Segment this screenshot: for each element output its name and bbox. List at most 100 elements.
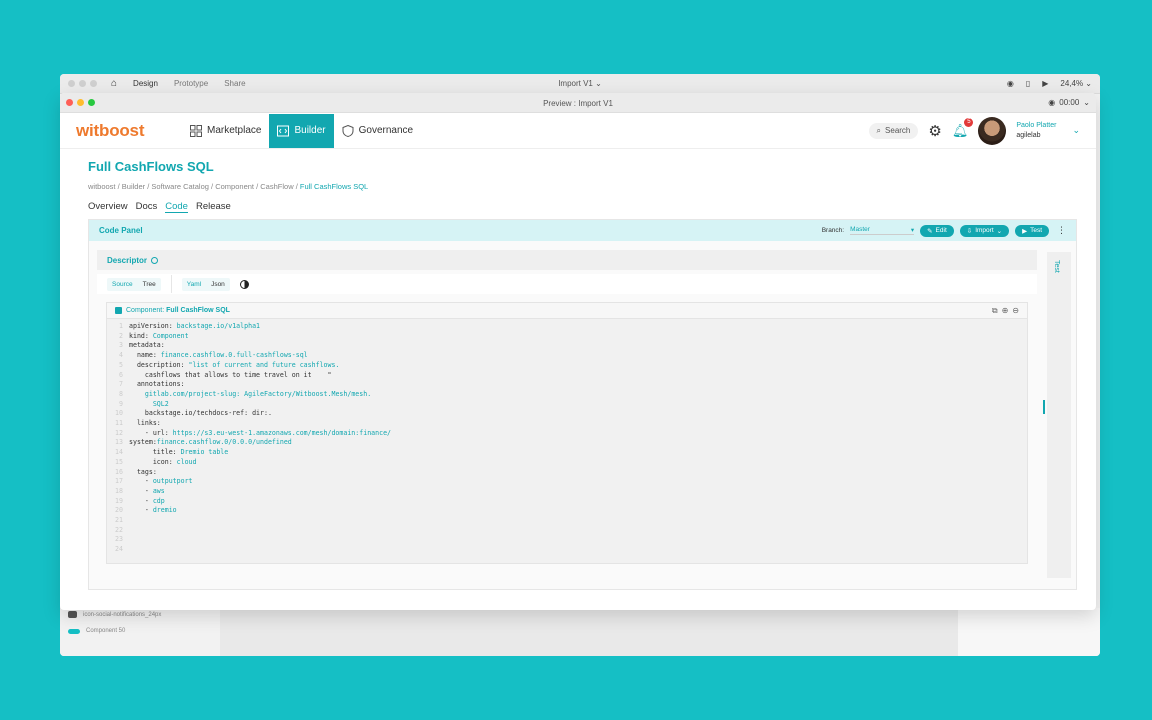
- code-panel: Code Panel Branch: Master ▾ ✎ Edit ⇩ Import…: [88, 219, 1077, 590]
- chevron-down-icon[interactable]: ⌄: [1072, 125, 1080, 136]
- more-options-icon[interactable]: ⋮: [1055, 225, 1066, 236]
- dropdown-arrow-icon: ▾: [910, 227, 915, 234]
- nav-governance[interactable]: Governance: [334, 114, 421, 148]
- close-button[interactable]: [66, 99, 73, 106]
- info-icon[interactable]: [151, 256, 159, 264]
- code-line: 17 - outputport: [111, 477, 1027, 487]
- tab-docs[interactable]: Docs: [136, 201, 158, 213]
- edit-button[interactable]: ✎ Edit: [920, 224, 954, 237]
- code-key: metadata:: [129, 341, 165, 350]
- layers-panel: icon-social-notifications_24px Component…: [60, 608, 220, 656]
- maximize-dot[interactable]: [90, 80, 97, 87]
- descriptor-label: Descriptor: [107, 255, 148, 265]
- code-key: apiVersion:: [129, 322, 177, 330]
- user-info[interactable]: Paolo Platter agilelab: [1016, 121, 1056, 141]
- copy-icon[interactable]: ⧉: [992, 306, 998, 316]
- chevron-down-icon: ⌄: [996, 227, 1003, 235]
- avatar[interactable]: [978, 116, 1007, 145]
- nav-label: Builder: [294, 125, 326, 136]
- code-line: 21: [111, 516, 1027, 526]
- tab-overview[interactable]: Overview: [88, 201, 128, 213]
- play-icon[interactable]: ▶: [1042, 79, 1048, 88]
- breadcrumb-item[interactable]: CashFlow: [260, 182, 293, 191]
- branch-select[interactable]: Master ▾: [850, 226, 915, 235]
- code-value: Component: [152, 331, 189, 340]
- inspector-panel: [958, 608, 1100, 656]
- page-tabs: Overview Docs Code Release: [88, 201, 1080, 213]
- tab-release[interactable]: Release: [196, 201, 231, 213]
- code-line: 24: [111, 545, 1027, 555]
- minimize-dot[interactable]: [79, 80, 86, 87]
- minimize-button[interactable]: [77, 99, 84, 106]
- layer-row[interactable]: Component 50: [60, 625, 220, 637]
- source-toggle[interactable]: Source: [107, 278, 138, 291]
- code-key: kind:: [129, 331, 153, 340]
- editor-header: Component: Full CashFlow SQL ⧉ ⊕ ⊖: [107, 303, 1027, 319]
- prototype-tab[interactable]: Prototype: [174, 79, 208, 88]
- code-line: 6 cashflows that allows to time travel o…: [111, 371, 1027, 381]
- design-tab[interactable]: Design: [133, 79, 158, 88]
- nav-marketplace[interactable]: Marketplace: [182, 114, 269, 148]
- gear-icon[interactable]: ⚙: [928, 122, 941, 140]
- grid-icon: [190, 124, 202, 137]
- breadcrumb-item[interactable]: Software Catalog: [151, 182, 209, 191]
- import-button[interactable]: ⇩ Import ⌄: [959, 224, 1010, 237]
- code-value: Dremio table: [180, 448, 229, 457]
- divider: [170, 275, 172, 293]
- code-line: 15 icon: cloud: [111, 458, 1027, 468]
- json-toggle[interactable]: Json: [206, 278, 230, 291]
- maximize-button[interactable]: [88, 99, 95, 106]
- code-key: annotations:: [129, 380, 185, 389]
- line-number: 6: [119, 370, 123, 379]
- code-editor[interactable]: Component: Full CashFlow SQL ⧉ ⊕ ⊖ 1 apiV…: [106, 302, 1028, 564]
- bell-layer-icon: [68, 611, 77, 618]
- line-number: 18: [115, 486, 123, 495]
- code-panel-title: Code Panel: [99, 226, 143, 235]
- nav-builder[interactable]: Builder: [269, 113, 334, 148]
- yaml-toggle[interactable]: Yaml: [182, 278, 206, 291]
- search-icon: ⌕: [876, 125, 882, 135]
- test-side-panel[interactable]: Test: [1047, 252, 1071, 578]
- line-number: 23: [115, 535, 123, 544]
- code-line: 18 - aws: [111, 487, 1027, 497]
- timer[interactable]: ◉ 00:00 ⌄: [1048, 98, 1090, 107]
- zoom-in-icon[interactable]: ⊕: [1002, 306, 1009, 316]
- witboost-logo[interactable]: witboost: [76, 121, 182, 141]
- code-value: https://s3.eu-west-1.amazonaws.com/mesh/…: [172, 428, 392, 437]
- home-icon[interactable]: ⌂: [111, 78, 117, 89]
- code-line: 20 - dremio: [111, 506, 1027, 516]
- pencil-icon: ✎: [927, 227, 933, 235]
- line-number: 2: [119, 331, 123, 340]
- code-value: finance.cashflow.0/0.0.0/undefined: [156, 438, 292, 447]
- code-key: description:: [129, 360, 189, 369]
- test-side-label: Test: [1053, 260, 1060, 273]
- import-label: Import: [975, 227, 994, 234]
- preview-title: Preview : Import V1: [543, 99, 613, 108]
- search-input[interactable]: ⌕ Search: [868, 122, 919, 139]
- test-button[interactable]: ▶ Test: [1015, 224, 1049, 237]
- breadcrumb-item[interactable]: witboost: [88, 182, 116, 191]
- preview-toolbar: Preview : Import V1 ◉ 00:00 ⌄: [60, 93, 1096, 113]
- code-line: 11 links:: [111, 419, 1027, 429]
- import-icon: ⇩: [966, 227, 973, 235]
- share-tab[interactable]: Share: [224, 79, 245, 88]
- user-icon[interactable]: ◉: [1007, 79, 1014, 88]
- device-icon[interactable]: ▯: [1026, 79, 1030, 88]
- breadcrumb-item[interactable]: Builder: [122, 182, 145, 191]
- main-nav: Marketplace Builder Governance: [182, 113, 421, 148]
- format-toggle: Yaml Json: [181, 277, 230, 291]
- code-line: 13 system: finance.cashflow.0/0.0.0/undefi…: [111, 438, 1027, 448]
- zoom-level[interactable]: 24,4% ⌄: [1060, 79, 1092, 88]
- code-key: tags:: [129, 467, 157, 476]
- window-controls: [68, 80, 97, 87]
- breadcrumb-item[interactable]: Component: [215, 182, 254, 191]
- tree-toggle[interactable]: Tree: [138, 278, 161, 291]
- notifications-button[interactable]: 🔔︎ 5: [952, 117, 974, 139]
- zoom-out-icon[interactable]: ⊖: [1012, 306, 1019, 316]
- nav-label: Marketplace: [207, 125, 262, 136]
- contrast-icon[interactable]: [239, 279, 249, 289]
- close-dot[interactable]: [68, 80, 75, 87]
- tab-code[interactable]: Code: [165, 201, 188, 213]
- scrollbar-handle[interactable]: [1043, 400, 1045, 414]
- code-body[interactable]: 1 apiVersion: backstage.io/v1alpha1 2 kind:…: [107, 319, 1027, 555]
